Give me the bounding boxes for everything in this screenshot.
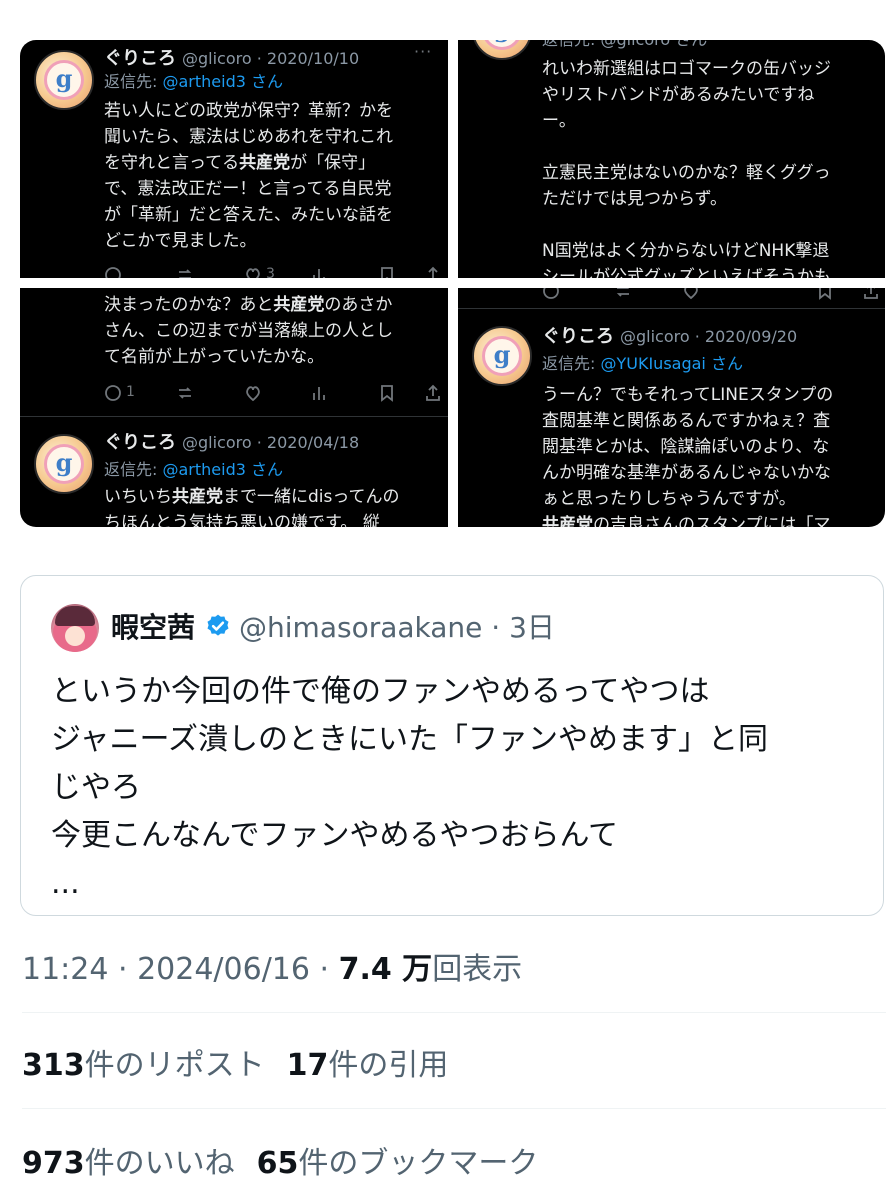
- tweet-author: ぐりころ @glicoro · 2020/10/10: [104, 48, 360, 69]
- tweet-divider: [458, 308, 885, 309]
- tweet-actions: 1: [104, 384, 444, 404]
- tweet-divider: [20, 416, 448, 417]
- share-icon: [426, 266, 440, 278]
- reply-icon: [105, 267, 121, 278]
- like-icon: [246, 268, 260, 278]
- reply-to-line: 返信先: @glicoro さん: [542, 40, 707, 50]
- quoted-tweet-text: というか今回の件で俺のファンやめるってやつは ジャニーズ潰しのときにいた「ファン…: [51, 674, 768, 901]
- engagement-row-2: 973件のいいね 65件のブックマーク: [22, 1138, 538, 1182]
- tweet-body: 若い人にどの政党が保守？革新？かを 聞いたら、憲法はじめあれを守れこれ を守れと…: [104, 101, 393, 251]
- reply-to-line: 返信先: @artheid3 さん: [104, 460, 283, 479]
- bookmark-icon: [381, 267, 393, 278]
- bookmark-icon: [819, 288, 831, 300]
- likes-count-link[interactable]: 973件のいいね: [22, 1146, 235, 1181]
- glicoro-avatar: g: [472, 40, 532, 60]
- bookmark-icon: [381, 385, 393, 402]
- view-count: 7.4 万: [338, 952, 433, 987]
- bookmarks-count-link[interactable]: 65件のブックマーク: [257, 1146, 539, 1181]
- more-icon: ···: [414, 42, 433, 61]
- reply-icon: [105, 385, 121, 401]
- share-icon: [864, 288, 878, 299]
- glicoro-avatar: g: [34, 50, 94, 110]
- tweet-body: れいわ新選組はロゴマークの缶バッジ やリストバンドがあるみたいですね ー。 立憲…: [542, 59, 831, 278]
- repost-icon: [178, 387, 192, 399]
- quoted-tweet-header: 暇空茜 @himasoraakane · 3日: [111, 606, 555, 646]
- reposts-count-link[interactable]: 313件のリポスト: [22, 1048, 265, 1083]
- like-icon: [246, 386, 260, 402]
- like-icon: [684, 288, 698, 300]
- repost-icon: [616, 288, 630, 297]
- tweet-actions: 3: [104, 266, 444, 278]
- views-icon: [313, 269, 325, 278]
- tweet-author: ぐりころ @glicoro · 2020/04/18: [104, 432, 360, 453]
- tweet-actions: [542, 288, 882, 302]
- divider: [22, 1012, 886, 1013]
- reply-to-line: 返信先: @artheid3 さん: [104, 72, 283, 91]
- image-top-right[interactable]: g 返信先: @glicoro さん れいわ新選組はロゴマークの缶バッジ やリス…: [458, 40, 885, 278]
- tweet-body: いちいち共産党まで一緒にdisってんの ちほんとう気持ち悪いの嫌です。 縦: [104, 487, 400, 527]
- views-icon: [313, 387, 325, 400]
- reply-to-line: 返信先: @YUKIusagai さん: [542, 354, 743, 373]
- tweet-author: ぐりころ @glicoro · 2020/09/20: [542, 326, 798, 347]
- quotes-count-link[interactable]: 17件の引用: [287, 1048, 449, 1083]
- image-bottom-left[interactable]: 決まったのかな？あと共産党のあさか さん、この辺までが当落線上の人とし て名前が…: [20, 288, 448, 527]
- verified-badge-icon: [207, 614, 229, 636]
- avatar[interactable]: [51, 604, 99, 652]
- author-handle: @himasoraakane · 3日: [239, 611, 555, 644]
- author-name[interactable]: 暇空茜: [111, 606, 195, 646]
- repost-icon: [178, 269, 192, 278]
- attached-image-grid[interactable]: g ぐりころ @glicoro · 2020/10/10 ··· 返信先: @ar…: [20, 40, 885, 527]
- image-bottom-right[interactable]: g ぐりころ @glicoro · 2020/09/20 返信先: @YUKIus…: [458, 288, 885, 527]
- post-timestamp-views: 11:24 · 2024/06/16 · 7.4 万回表示: [22, 952, 523, 987]
- divider: [22, 1108, 886, 1109]
- engagement-row-1: 313件のリポスト 17件の引用: [22, 1040, 448, 1084]
- glicoro-avatar: g: [34, 434, 94, 494]
- tweet-body: うーん？でもそれってLINEスタンプの 査閲基準と関係あるんですかねぇ？査 閲基…: [542, 385, 834, 527]
- glicoro-avatar: g: [472, 326, 532, 386]
- image-top-left[interactable]: g ぐりころ @glicoro · 2020/10/10 ··· 返信先: @ar…: [20, 40, 448, 278]
- share-icon: [426, 384, 440, 401]
- tweet-body: 決まったのかな？あと共産党のあさか さん、この辺までが当落線上の人とし て名前が…: [104, 295, 393, 367]
- reply-icon: [543, 288, 559, 299]
- quoted-tweet[interactable]: 暇空茜 @himasoraakane · 3日 というか今回の件で俺のファンやめ…: [20, 575, 884, 916]
